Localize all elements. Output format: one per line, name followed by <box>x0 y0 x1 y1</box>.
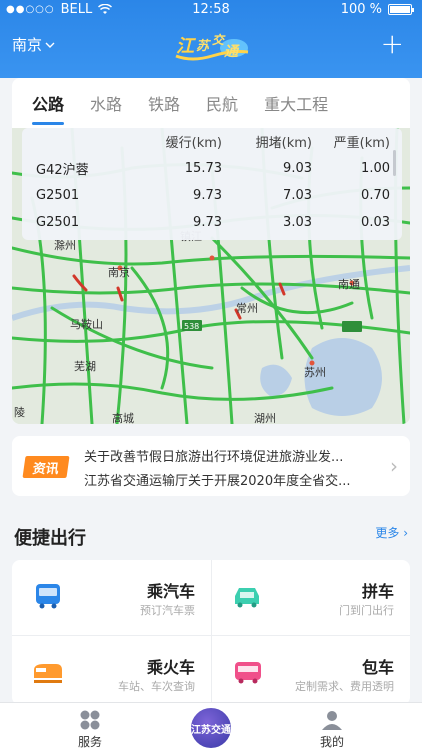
svg-text:苏: 苏 <box>196 38 211 54</box>
city-selector[interactable]: 南京 <box>12 34 55 55</box>
status-bar: ●●○○○ BELL 12:58 100 % <box>0 0 422 20</box>
app-logo: 江 苏 交 通 <box>175 33 249 61</box>
news-card[interactable]: 资讯 关于改善节假日旅游出行环境促进旅游业发... 江苏省交通运输厅关于开展20… <box>12 436 410 496</box>
traffic-card: 公路 水路 铁路 民航 重大工程 滁州 南京 马鞍山 芜湖 常州 南通 苏州 湖… <box>12 78 410 424</box>
map-label: 芜湖 <box>74 359 96 373</box>
train-icon <box>34 664 62 683</box>
home-center-button[interactable]: 江苏交通 <box>189 706 233 750</box>
chevron-down-icon <box>45 42 55 48</box>
header-jam: 拥堵(km) <box>255 136 312 151</box>
map-label: 湖州 <box>254 412 276 424</box>
tab-waterway[interactable]: 水路 <box>90 91 122 115</box>
battery-icon <box>388 4 414 15</box>
bus-icon <box>36 584 60 609</box>
service-charter[interactable]: 包车 定制需求、费用透明 <box>211 636 410 705</box>
user-icon <box>322 711 342 730</box>
map-label: 高城 <box>112 411 134 424</box>
tab-aviation[interactable]: 民航 <box>206 91 238 115</box>
map-label: 马鞍山 <box>70 317 103 331</box>
map-label: 陵 <box>14 406 25 419</box>
map-label: 常州 <box>236 302 258 315</box>
table-row[interactable]: G42沪蓉 15.73 9.03 1.00 <box>22 155 402 182</box>
header-severe: 严重(km) <box>333 136 390 151</box>
transport-tabs: 公路 水路 铁路 民航 重大工程 <box>12 78 410 128</box>
section-title: 便捷出行 <box>14 528 86 549</box>
tab-service[interactable]: 服务 <box>50 709 130 750</box>
tab-mine[interactable]: 我的 <box>292 709 372 750</box>
tab-major-projects[interactable]: 重大工程 <box>264 91 328 115</box>
plus-icon[interactable]: + <box>381 30 404 58</box>
table-row[interactable]: G2501 9.73 3.03 0.03 <box>22 209 402 236</box>
battery-percent: 100 % <box>340 2 382 17</box>
tab-railway[interactable]: 铁路 <box>148 91 180 115</box>
svg-text:538: 538 <box>184 322 199 331</box>
news-item[interactable]: 关于改善节假日旅游出行环境促进旅游业发... <box>84 446 364 465</box>
map-label: 南京 <box>108 265 130 279</box>
traffic-stats-table: 缓行(km) 拥堵(km) 严重(km) G42沪蓉 15.73 9.03 1.… <box>22 128 402 240</box>
header-slow: 缓行(km) <box>165 136 222 151</box>
charter-bus-icon <box>235 662 261 684</box>
carpool-icon <box>235 588 259 608</box>
service-grid: 乘汽车 预订汽车票 拼车 门到门出行 乘火车 车站、车次查询 包车 定制需求、费… <box>12 560 410 705</box>
tab-highway[interactable]: 公路 <box>32 91 65 125</box>
traffic-map[interactable]: 滁州 镇江 南京 马鞍山 芜湖 常州 南通 苏州 湖州 陵 高城 538 缓 <box>12 128 410 424</box>
table-row[interactable]: G2501 9.73 7.03 0.70 <box>22 182 402 209</box>
map-label: 南通 <box>338 278 360 291</box>
map-label: 苏州 <box>304 366 326 379</box>
chevron-right-icon[interactable]: › <box>390 454 398 478</box>
more-link[interactable]: 更多 › <box>375 524 408 541</box>
svg-text:江: 江 <box>176 36 197 57</box>
service-carpool[interactable]: 拼车 门到门出行 <box>211 560 410 635</box>
table-header: 缓行(km) 拥堵(km) 严重(km) <box>22 128 402 155</box>
service-bus[interactable]: 乘汽车 预订汽车票 <box>12 560 211 635</box>
city-name: 南京 <box>12 36 43 54</box>
map-label: 滁州 <box>54 238 76 252</box>
service-train[interactable]: 乘火车 车站、车次查询 <box>12 636 211 705</box>
table-scrollbar[interactable] <box>393 150 396 176</box>
grid-icon <box>80 710 100 730</box>
app-header: ●●○○○ BELL 12:58 100 % 南京 江 苏 交 通 + <box>0 0 422 78</box>
news-badge: 资讯 <box>22 456 70 478</box>
svg-text:通: 通 <box>224 44 240 60</box>
news-item[interactable]: 江苏省交通运输厅关于开展2020年度全省交... <box>84 470 364 489</box>
